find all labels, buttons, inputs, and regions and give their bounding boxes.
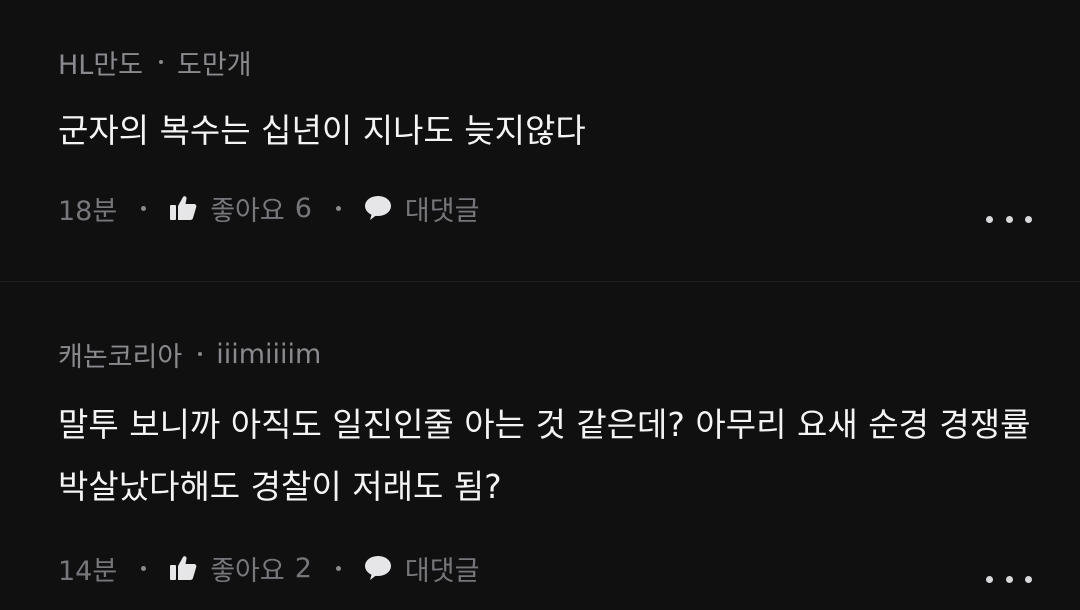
like-label: 좋아요 — [210, 555, 285, 587]
more-dot — [986, 215, 993, 223]
comment-item: 캐논코리아 iiimiiiim 말투 보니까 아직도 일진인줄 아는 것 같은데… — [0, 282, 1080, 610]
more-dot — [986, 575, 993, 583]
comment-author-row: HL만도 도만개 — [58, 42, 252, 82]
like-button[interactable]: 좋아요 6 — [168, 189, 312, 228]
author-company[interactable]: HL만도 — [58, 43, 143, 82]
more-options-button[interactable] — [986, 204, 1032, 234]
speech-bubble-icon — [363, 193, 393, 223]
author-company[interactable]: 캐논코리아 — [58, 335, 182, 374]
like-button[interactable]: 좋아요 2 — [168, 549, 312, 588]
comment-footer: 14분 좋아요 2 대댓글 — [58, 546, 479, 590]
reply-label: 대댓글 — [404, 195, 480, 227]
separator-dot — [141, 205, 147, 211]
thumbs-up-icon — [168, 553, 198, 583]
more-options-button[interactable] — [986, 564, 1032, 594]
more-dot — [1005, 575, 1013, 583]
separator-dot — [198, 352, 203, 356]
comment-time: 18분 — [58, 195, 118, 227]
separator-dot — [335, 565, 341, 571]
more-dot — [1025, 575, 1032, 583]
separator-dot — [159, 60, 164, 64]
more-dot — [1005, 215, 1013, 223]
author-handle[interactable]: 도만개 — [177, 43, 252, 82]
comment-footer: 18분 좋아요 6 대댓글 — [58, 186, 479, 230]
separator-dot — [141, 565, 147, 571]
separator-dot — [335, 205, 341, 211]
reply-button[interactable]: 대댓글 — [363, 549, 480, 588]
thumbs-up-icon — [168, 193, 198, 223]
comment-author-row: 캐논코리아 iiimiiiim — [58, 334, 321, 374]
like-count: 6 — [294, 192, 312, 224]
like-label: 좋아요 — [210, 195, 285, 227]
reply-label: 대댓글 — [404, 555, 480, 587]
more-dot — [1025, 215, 1032, 223]
author-handle[interactable]: iiimiiiim — [216, 339, 321, 370]
comment-text: 군자의 복수는 십년이 지나도 늦지않다 — [58, 111, 586, 150]
comment-time: 14분 — [58, 555, 118, 587]
like-count: 2 — [294, 552, 312, 584]
speech-bubble-icon — [363, 553, 393, 583]
reply-button[interactable]: 대댓글 — [363, 189, 480, 228]
comment-item: HL만도 도만개 군자의 복수는 십년이 지나도 늦지않다 18분 좋아요 6 — [0, 0, 1080, 282]
comment-text: 말투 보니까 아직도 일진인줄 아는 것 같은데? 아무리 요새 순경 경쟁률 … — [58, 405, 1031, 506]
